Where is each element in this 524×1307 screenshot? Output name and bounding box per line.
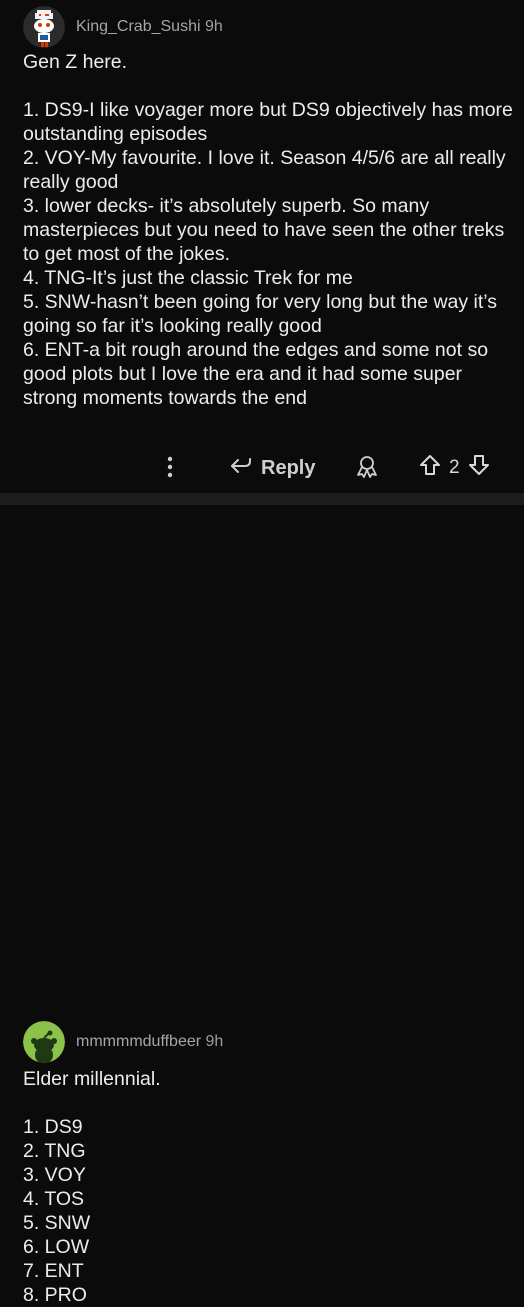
comment-text-line: 3. VOY xyxy=(23,1164,86,1186)
timestamp: 9h xyxy=(205,1033,224,1050)
comment-text-line: Gen Z here. xyxy=(23,51,128,73)
comment-text-line: 4. TOS xyxy=(23,1188,85,1210)
downvote-arrow-icon[interactable] xyxy=(468,453,490,483)
comment-meta: King_Crab_Sushi 9h xyxy=(76,18,223,36)
award-button[interactable] xyxy=(354,453,380,484)
comment-text-line: 6. LOW xyxy=(23,1236,90,1258)
comment-text-line: 8. PRO xyxy=(23,1284,87,1306)
user-avatar[interactable] xyxy=(23,6,65,48)
more-vertical-icon xyxy=(164,455,176,484)
reply-button[interactable]: Reply xyxy=(229,453,315,483)
comment-text-line: 5. SNW xyxy=(23,1212,91,1234)
comment-text-line: 6. ENT-a bit rough around the edges and … xyxy=(23,339,489,409)
comment-header: King_Crab_Sushi 9h xyxy=(23,6,223,48)
comment-1: King_Crab_Sushi 9h Gen Z here. 1. DS9-I … xyxy=(0,0,524,493)
comment-text-line: 4. TNG-It’s just the classic Trek for me xyxy=(23,267,353,289)
username[interactable]: King_Crab_Sushi xyxy=(76,18,201,35)
comment-text-line: 2. VOY-My favourite. I love it. Season 4… xyxy=(23,147,506,193)
upvote-arrow-icon[interactable] xyxy=(419,453,441,483)
reply-label: Reply xyxy=(261,456,316,479)
comment-body: Gen Z here. 1. DS9-I like voyager more b… xyxy=(23,50,513,410)
comment-text-line: 3. lower decks- it’s absolutely superb. … xyxy=(23,195,505,265)
comment-meta: mmmmmduffbeer 9h xyxy=(76,1033,223,1051)
comment-actions: Reply 2 xyxy=(0,449,524,485)
reply-arrow-icon xyxy=(229,453,261,483)
user-avatar[interactable] xyxy=(23,1021,65,1063)
comment-text-line: Elder millennial. xyxy=(23,1068,161,1090)
comment-text-line: 2. TNG xyxy=(23,1140,86,1162)
comment-divider xyxy=(0,493,524,505)
more-options-button[interactable] xyxy=(164,455,176,484)
comment-text-line: 1. DS9-I like voyager more but DS9 objec… xyxy=(23,99,513,145)
comment-body: Elder millennial. 1. DS9 2. TNG 3. VOY 4… xyxy=(23,1067,513,1307)
vote-count: 2 xyxy=(449,457,460,478)
award-icon xyxy=(354,453,380,484)
timestamp: 9h xyxy=(204,18,223,35)
comment-text-line: 7. ENT xyxy=(23,1260,84,1282)
comment-2: mmmmmduffbeer 9h Elder millennial. 1. DS… xyxy=(0,505,524,1306)
vote-controls: 2 xyxy=(419,453,490,483)
comment-header: mmmmmduffbeer 9h xyxy=(23,1021,223,1063)
username[interactable]: mmmmmduffbeer xyxy=(76,1033,201,1050)
comment-text-line: 5. SNW-hasn’t been going for very long b… xyxy=(23,291,498,337)
comment-text-line: 1. DS9 xyxy=(23,1116,83,1138)
